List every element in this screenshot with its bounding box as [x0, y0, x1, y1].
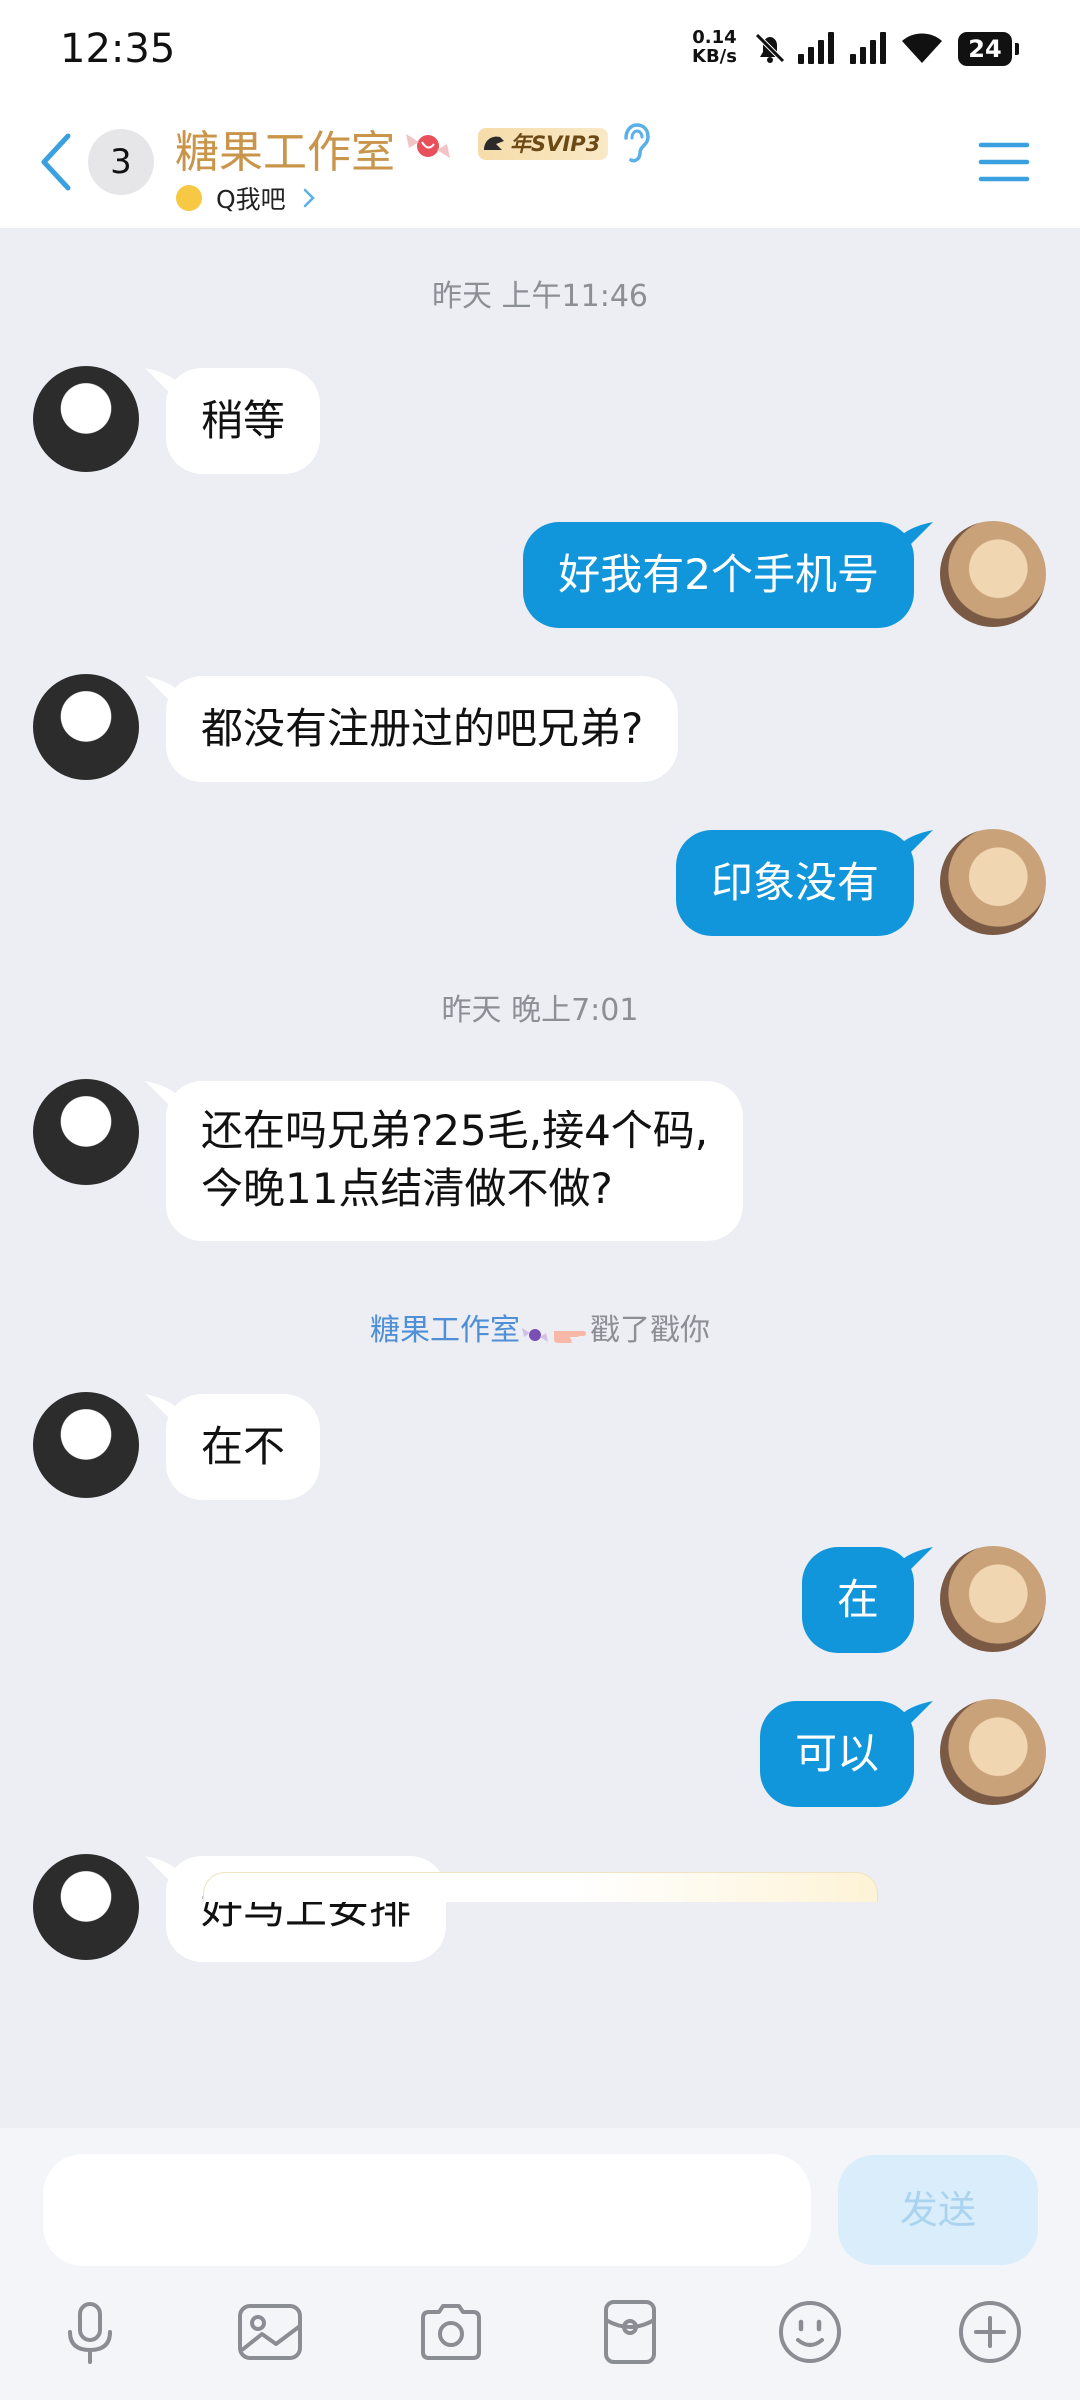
- timestamp: 昨天 晚上7:01: [441, 993, 639, 1028]
- candy-icon: [520, 1320, 550, 1344]
- signal-icon: [798, 32, 834, 64]
- back-arrow-icon[interactable]: [36, 130, 76, 194]
- smile-emoji-icon: [176, 185, 202, 211]
- status-time: 12:35: [60, 26, 176, 72]
- message-bubble-outgoing[interactable]: 在: [801, 1547, 914, 1653]
- poke-sender[interactable]: 糖果工作室: [370, 1313, 520, 1348]
- message-bubble-outgoing[interactable]: 可以: [759, 1701, 914, 1807]
- bell-off-icon: [755, 33, 785, 63]
- signal-icon-2: [850, 32, 886, 64]
- message-bubble-outgoing[interactable]: 好我有2个手机号: [523, 522, 914, 628]
- contact-avatar[interactable]: [33, 366, 139, 472]
- message-bubble-incoming[interactable]: 稍等: [166, 368, 321, 474]
- status-bar: 12:35 0.14 KB/s 24: [0, 0, 1080, 100]
- image-icon[interactable]: [234, 2296, 306, 2368]
- candy-icon: [406, 134, 450, 158]
- net-speed-unit: KB/s: [692, 46, 737, 67]
- pointing-hand-icon: [550, 1320, 590, 1344]
- chevron-right-icon: [303, 188, 315, 208]
- contact-avatar[interactable]: [33, 1854, 139, 1960]
- message-bubble-incoming[interactable]: 还在吗兄弟?25毛,接4个码, 今晚11点结清做不做?: [166, 1081, 744, 1241]
- chat-header: 3 糖果工作室 年SVIP3 Q我吧: [0, 100, 1080, 228]
- contact-avatar[interactable]: [33, 1079, 139, 1185]
- chat-subtitle[interactable]: Q我吧: [176, 178, 316, 218]
- unread-count-badge[interactable]: 3: [88, 129, 154, 195]
- svip-badge-label: 年SVIP3: [510, 132, 601, 156]
- svip-badge[interactable]: 年SVIP3: [478, 128, 609, 160]
- poke-action: 戳了戳你: [590, 1313, 710, 1348]
- net-speed-value: 0.14: [692, 27, 737, 48]
- chat-title[interactable]: 糖果工作室: [175, 116, 395, 180]
- battery-indicator: 24: [958, 32, 1019, 66]
- plus-icon[interactable]: [954, 2296, 1026, 2368]
- input-bar: 发送: [0, 2128, 1080, 2400]
- emoji-icon[interactable]: [774, 2296, 846, 2368]
- svip-helmet-icon: [484, 136, 504, 150]
- microphone-icon[interactable]: [54, 2296, 126, 2368]
- send-button[interactable]: 发送: [838, 2155, 1038, 2265]
- poke-notice: 糖果工作室 戳了戳你: [0, 1305, 1080, 1349]
- message-bubble-incoming[interactable]: 在不: [166, 1394, 321, 1500]
- red-packet-icon[interactable]: [594, 2296, 666, 2368]
- contact-avatar[interactable]: [33, 1392, 139, 1498]
- net-speed: 0.14 KB/s: [692, 28, 737, 66]
- user-avatar[interactable]: [940, 521, 1046, 627]
- message-line: 今晚11点结清做不做?: [201, 1164, 613, 1213]
- timestamp: 昨天 上午11:46: [432, 279, 648, 314]
- subtitle-text: Q我吧: [216, 185, 286, 214]
- user-avatar[interactable]: [940, 1699, 1046, 1805]
- user-avatar[interactable]: [940, 829, 1046, 935]
- message-bubble-outgoing[interactable]: 印象没有: [675, 830, 914, 936]
- wifi-icon: [902, 33, 942, 63]
- card-message-peek[interactable]: [203, 1872, 878, 1902]
- ear-icon[interactable]: [618, 122, 654, 166]
- message-line: 还在吗兄弟?25毛,接4个码,: [201, 1106, 709, 1155]
- user-avatar[interactable]: [940, 1546, 1046, 1652]
- contact-avatar[interactable]: [33, 674, 139, 780]
- message-list[interactable]: 昨天 上午11:46 稍等 好我有2个手机号 都没有注册过的吧兄弟? 印象没有 …: [0, 228, 1080, 2128]
- message-input[interactable]: [43, 2154, 811, 2266]
- camera-icon[interactable]: [415, 2296, 487, 2368]
- menu-icon[interactable]: [978, 140, 1030, 184]
- message-bubble-incoming[interactable]: 都没有注册过的吧兄弟?: [166, 676, 679, 782]
